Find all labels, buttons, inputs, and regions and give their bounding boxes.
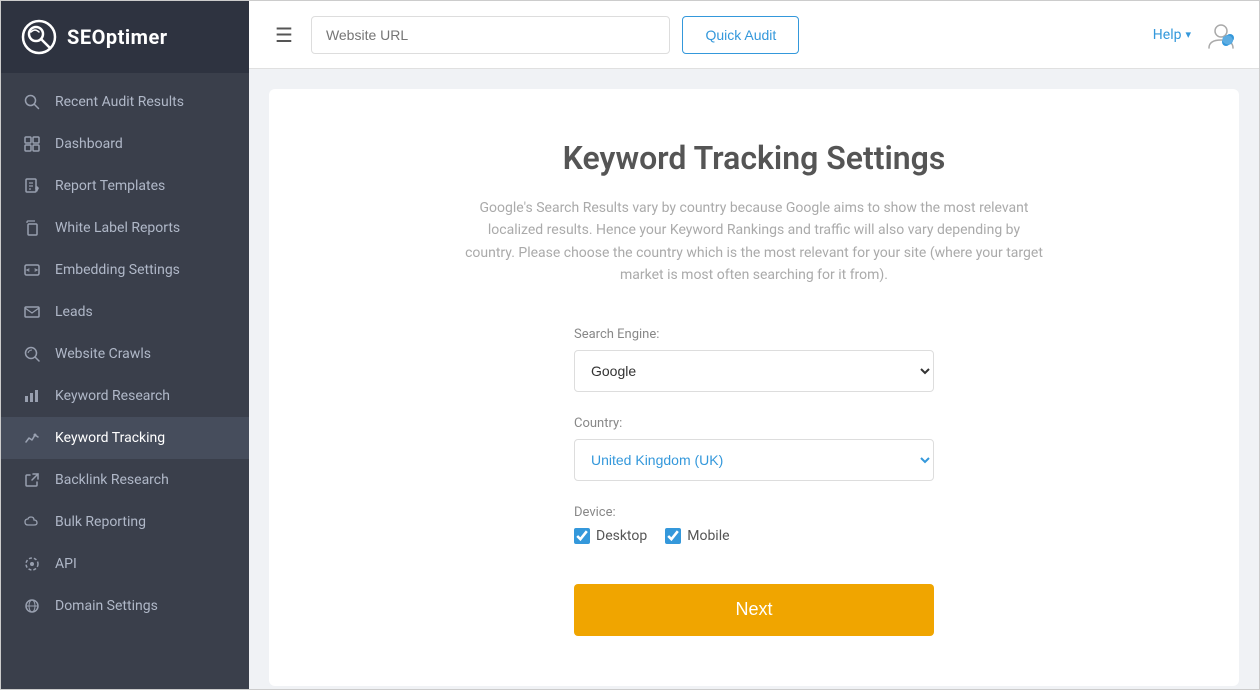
sidebar-label-bulk-reporting: Bulk Reporting <box>55 514 146 530</box>
crawl-icon <box>23 345 41 363</box>
url-input[interactable] <box>311 16 671 54</box>
grid-icon <box>23 135 41 153</box>
external-icon <box>23 471 41 489</box>
form-section: Search Engine: Google Bing Yahoo Country… <box>574 327 934 636</box>
logo-icon <box>21 19 57 55</box>
sidebar-item-api[interactable]: API <box>1 543 249 585</box>
sidebar-item-backlink-research[interactable]: Backlink Research <box>1 459 249 501</box>
search-engine-label: Search Engine: <box>574 327 934 342</box>
device-group: Device: Desktop Mobile <box>574 505 934 544</box>
device-label: Device: <box>574 505 934 520</box>
sidebar-label-dashboard: Dashboard <box>55 136 123 152</box>
content-area: Keyword Tracking Settings Google's Searc… <box>249 69 1259 689</box>
desktop-label: Desktop <box>596 528 647 544</box>
sidebar-item-website-crawls[interactable]: Website Crawls <box>1 333 249 375</box>
avatar[interactable] <box>1203 17 1239 53</box>
page-description: Google's Search Results vary by country … <box>464 197 1044 287</box>
sidebar-item-keyword-research[interactable]: Keyword Research <box>1 375 249 417</box>
sidebar-label-api: API <box>55 556 77 572</box>
desktop-check-label[interactable]: Desktop <box>574 528 647 544</box>
settings-card: Keyword Tracking Settings Google's Searc… <box>269 89 1239 686</box>
sidebar-item-report-templates[interactable]: Report Templates <box>1 165 249 207</box>
sidebar-label-backlink-research: Backlink Research <box>55 472 169 488</box>
mobile-checkbox[interactable] <box>665 528 681 544</box>
header: ☰ Quick Audit Help ▾ <box>249 1 1259 69</box>
sidebar-item-embedding[interactable]: Embedding Settings <box>1 249 249 291</box>
search-engine-group: Search Engine: Google Bing Yahoo <box>574 327 934 392</box>
sidebar-item-bulk-reporting[interactable]: Bulk Reporting <box>1 501 249 543</box>
search-engine-select[interactable]: Google Bing Yahoo <box>574 350 934 392</box>
sidebar-label-website-crawls: Website Crawls <box>55 346 151 362</box>
sidebar-item-recent-audit[interactable]: Recent Audit Results <box>1 81 249 123</box>
mobile-label: Mobile <box>687 528 729 544</box>
quick-audit-button[interactable]: Quick Audit <box>682 16 799 54</box>
file-edit-icon <box>23 177 41 195</box>
copy-icon <box>23 219 41 237</box>
cloud-icon <box>23 513 41 531</box>
sidebar-label-embedding: Embedding Settings <box>55 262 180 278</box>
logo-text: SEOptimer <box>67 25 168 49</box>
sidebar-label-recent-audit: Recent Audit Results <box>55 94 184 110</box>
mail-icon <box>23 303 41 321</box>
sidebar-item-domain-settings[interactable]: Domain Settings <box>1 585 249 627</box>
country-select[interactable]: United Kingdom (UK) United States (US) A… <box>574 439 934 481</box>
next-button[interactable]: Next <box>574 584 934 636</box>
sidebar-label-keyword-tracking: Keyword Tracking <box>55 430 165 446</box>
main-area: ☰ Quick Audit Help ▾ Keyword Tracking Se… <box>249 1 1259 689</box>
device-checkboxes: Desktop Mobile <box>574 528 934 544</box>
sidebar: SEOptimer Recent Audit Results Dashboard… <box>1 1 249 689</box>
sidebar-item-dashboard[interactable]: Dashboard <box>1 123 249 165</box>
sidebar-label-domain-settings: Domain Settings <box>55 598 158 614</box>
sidebar-label-keyword-research: Keyword Research <box>55 388 170 404</box>
country-label: Country: <box>574 416 934 431</box>
sidebar-nav: Recent Audit Results Dashboard Report Te… <box>1 73 249 635</box>
sidebar-label-white-label: White Label Reports <box>55 220 180 236</box>
mobile-check-label[interactable]: Mobile <box>665 528 729 544</box>
sidebar-item-keyword-tracking[interactable]: Keyword Tracking <box>1 417 249 459</box>
help-button[interactable]: Help ▾ <box>1153 27 1191 43</box>
sidebar-item-white-label[interactable]: White Label Reports <box>1 207 249 249</box>
tracking-icon <box>23 429 41 447</box>
api-icon <box>23 555 41 573</box>
sidebar-item-leads[interactable]: Leads <box>1 291 249 333</box>
embed-icon <box>23 261 41 279</box>
globe-icon <box>23 597 41 615</box>
country-group: Country: United Kingdom (UK) United Stat… <box>574 416 934 481</box>
hamburger-button[interactable]: ☰ <box>269 17 299 53</box>
desktop-checkbox[interactable] <box>574 528 590 544</box>
chevron-down-icon: ▾ <box>1185 28 1191 41</box>
bar-chart-icon <box>23 387 41 405</box>
page-title: Keyword Tracking Settings <box>309 139 1199 177</box>
logo[interactable]: SEOptimer <box>1 1 249 73</box>
search-icon <box>23 93 41 111</box>
sidebar-label-report-templates: Report Templates <box>55 178 165 194</box>
sidebar-label-leads: Leads <box>55 304 93 320</box>
